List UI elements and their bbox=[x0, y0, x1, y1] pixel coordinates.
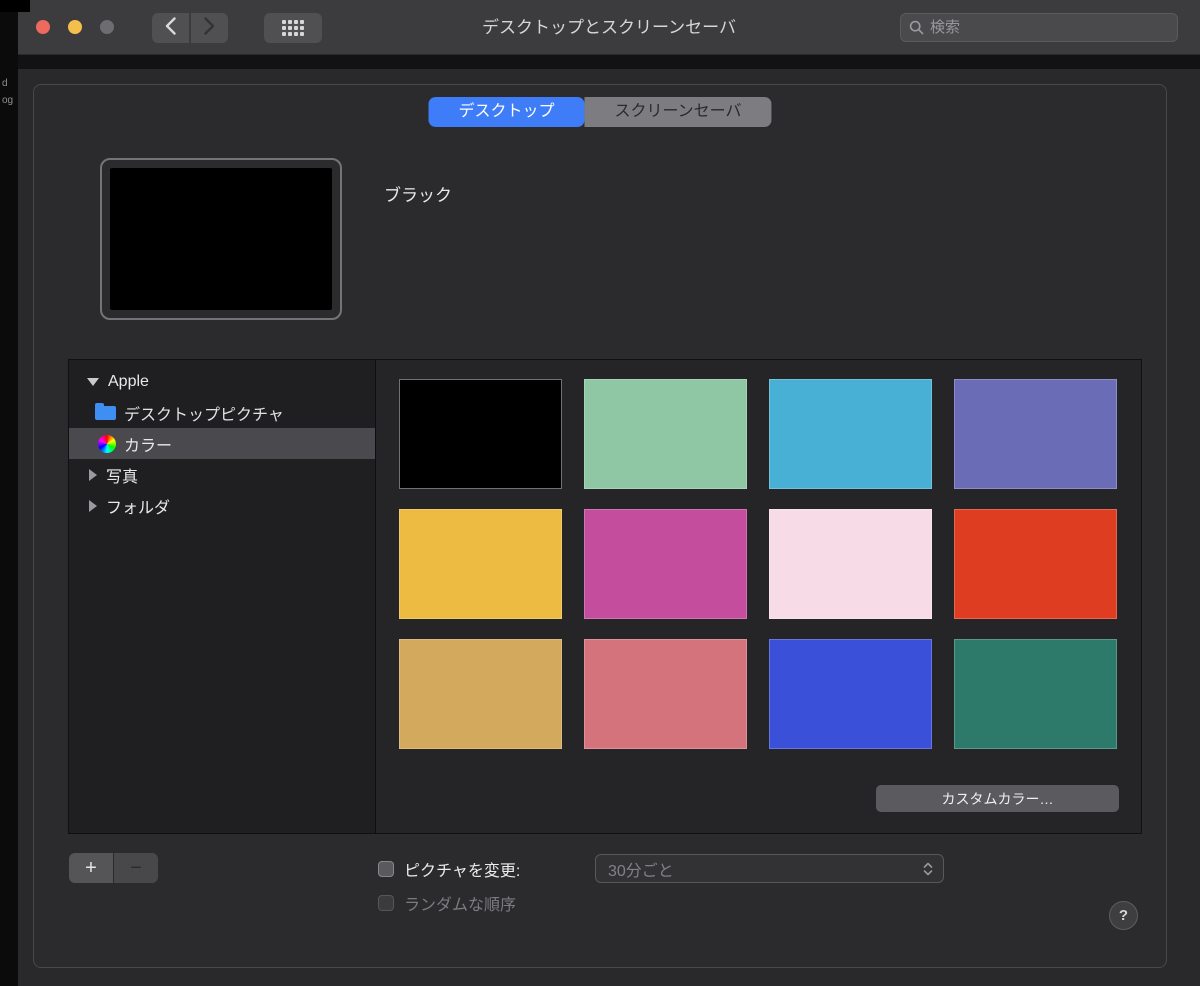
tab-desktop[interactable]: デスクトップ bbox=[428, 97, 585, 127]
background-text-fragment: d bbox=[2, 78, 8, 89]
sidebar-item-label: カラー bbox=[124, 437, 173, 455]
chevron-left-icon bbox=[165, 17, 176, 35]
zoom-button bbox=[100, 20, 114, 34]
tab-bar: デスクトップ スクリーンセーバ bbox=[428, 97, 772, 127]
desktop-preview-thumbnail bbox=[100, 158, 342, 320]
sidebar-item-colors[interactable]: カラー bbox=[69, 428, 375, 459]
add-button[interactable]: + bbox=[69, 853, 113, 883]
toolbar: デスクトップとスクリーンセーバ bbox=[18, 0, 1200, 55]
forward-button[interactable] bbox=[191, 13, 228, 43]
background-corner bbox=[0, 0, 30, 12]
color-wheel-icon bbox=[98, 434, 116, 453]
color-swatch[interactable] bbox=[954, 379, 1117, 489]
add-remove-buttons: + − bbox=[69, 853, 158, 883]
random-order-row: ランダムな順序 bbox=[378, 890, 516, 916]
sidebar-group-photos[interactable]: 写真 bbox=[69, 459, 375, 490]
sidebar-item-label: デスクトップピクチャ bbox=[124, 406, 284, 424]
content-panel: デスクトップ スクリーンセーバ ブラック Apple デスクトップピクチャ カラ… bbox=[33, 84, 1167, 968]
source-browser: Apple デスクトップピクチャ カラー 写真 フォルダ カスタムカラー… bbox=[68, 359, 1142, 834]
color-swatch[interactable] bbox=[769, 509, 932, 619]
remove-button[interactable]: − bbox=[114, 853, 158, 883]
color-swatch[interactable] bbox=[584, 639, 747, 749]
color-swatch[interactable] bbox=[769, 379, 932, 489]
swatch-pane: カスタムカラー… bbox=[376, 360, 1141, 833]
sidebar-group-apple[interactable]: Apple bbox=[69, 366, 375, 397]
color-swatch-grid bbox=[399, 379, 1117, 749]
minimize-button[interactable] bbox=[68, 20, 82, 34]
interval-dropdown[interactable]: 30分ごと bbox=[595, 854, 944, 883]
background-text-fragment: og bbox=[2, 95, 14, 106]
color-swatch[interactable] bbox=[954, 639, 1117, 749]
disclosure-down-icon[interactable] bbox=[87, 377, 99, 386]
chevron-right-icon bbox=[204, 17, 215, 35]
disclosure-right-icon[interactable] bbox=[89, 468, 97, 481]
color-swatch[interactable] bbox=[399, 379, 562, 489]
disclosure-right-icon[interactable] bbox=[89, 499, 97, 512]
help-button[interactable]: ? bbox=[1109, 901, 1138, 930]
random-order-label: ランダムな順序 bbox=[404, 897, 517, 914]
nav-buttons bbox=[152, 13, 228, 43]
color-swatch[interactable] bbox=[399, 639, 562, 749]
search-field[interactable] bbox=[900, 13, 1178, 42]
sidebar-group-label: フォルダ bbox=[106, 499, 171, 517]
toolbar-shadow bbox=[0, 55, 1200, 69]
color-swatch[interactable] bbox=[769, 639, 932, 749]
search-input[interactable] bbox=[930, 19, 1169, 36]
sidebar-group-label: Apple bbox=[108, 372, 149, 390]
color-swatch[interactable] bbox=[584, 509, 747, 619]
back-button[interactable] bbox=[152, 13, 189, 43]
custom-color-button[interactable]: カスタムカラー… bbox=[876, 785, 1119, 812]
grid-icon bbox=[282, 20, 304, 36]
interval-value: 30分ごと bbox=[608, 862, 674, 880]
sidebar-group-label: 写真 bbox=[106, 468, 139, 486]
random-order-checkbox[interactable] bbox=[378, 895, 394, 911]
search-icon bbox=[909, 20, 924, 35]
show-all-button[interactable] bbox=[264, 13, 322, 43]
chevron-updown-icon bbox=[923, 861, 933, 877]
close-button[interactable] bbox=[36, 20, 50, 34]
preview-label: ブラック bbox=[384, 186, 452, 205]
change-picture-label: ピクチャを変更: bbox=[404, 863, 521, 880]
source-list: Apple デスクトップピクチャ カラー 写真 フォルダ bbox=[69, 360, 376, 833]
background-window-fragment: d og bbox=[0, 0, 18, 986]
color-swatch[interactable] bbox=[399, 509, 562, 619]
desktop-preview-image bbox=[110, 168, 332, 310]
sidebar-group-folders[interactable]: フォルダ bbox=[69, 490, 375, 521]
change-picture-checkbox[interactable] bbox=[378, 861, 394, 877]
color-swatch[interactable] bbox=[584, 379, 747, 489]
tab-screensaver[interactable]: スクリーンセーバ bbox=[584, 97, 772, 127]
folder-icon bbox=[95, 402, 116, 420]
change-picture-row: ピクチャを変更: bbox=[378, 854, 520, 884]
sidebar-item-desktop-pictures[interactable]: デスクトップピクチャ bbox=[69, 397, 375, 428]
color-swatch[interactable] bbox=[954, 509, 1117, 619]
